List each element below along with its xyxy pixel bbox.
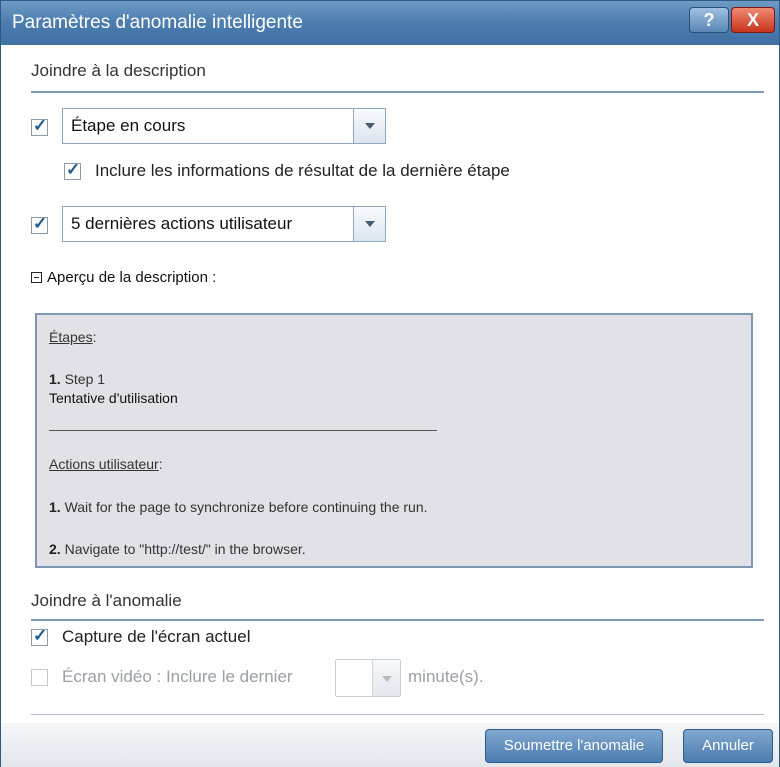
cancel-button[interactable]: Annuler xyxy=(683,729,773,763)
step-1-line: 1. Step 1 xyxy=(49,371,106,387)
window-title: Paramètres d'anomalie intelligente xyxy=(12,12,303,33)
collapse-icon[interactable] xyxy=(31,272,42,283)
checkmark-icon: ✓ xyxy=(33,116,48,135)
attach-section-title: Joindre à l'anomalie xyxy=(31,591,182,610)
step-dropdown[interactable]: Étape en cours xyxy=(62,108,386,144)
video-checkbox[interactable] xyxy=(31,669,48,686)
include-result-checkbox[interactable]: ✓ xyxy=(64,160,81,180)
step-checkbox[interactable]: ✓ xyxy=(31,116,48,136)
section-divider xyxy=(31,619,764,621)
video-minutes-dropdown[interactable] xyxy=(335,659,401,697)
action-2-line: 2. Navigate to "http://test/" in the bro… xyxy=(49,541,306,557)
help-button[interactable]: ? xyxy=(689,7,729,33)
capture-checkbox[interactable]: ✓ xyxy=(31,626,48,646)
video-label: Écran vidéo : Inclure le dernier xyxy=(62,667,293,686)
actions-heading: Actions utilisateur: xyxy=(49,456,163,472)
preview-divider xyxy=(49,430,437,431)
dropdown-arrow-icon[interactable] xyxy=(353,109,385,143)
actions-dropdown-value: 5 dernières actions utilisateur xyxy=(71,214,293,233)
action-1-line: 1. Wait for the page to synchronize befo… xyxy=(49,499,428,515)
description-preview: Étapes: 1. Step 1 Tentative d'utilisatio… xyxy=(35,313,753,568)
preview-header-label: Aperçu de la description : xyxy=(47,269,217,286)
dropdown-arrow-icon[interactable] xyxy=(353,207,385,241)
checkmark-icon: ✓ xyxy=(33,626,48,645)
dropdown-arrow-icon[interactable] xyxy=(372,660,400,696)
steps-heading: Étapes: xyxy=(49,329,97,345)
step-dropdown-value: Étape en cours xyxy=(71,116,186,135)
checkmark-icon: ✓ xyxy=(66,160,81,179)
footer-bar: Soumettre l'anomalie Annuler xyxy=(1,723,779,767)
title-bar[interactable]: Paramètres d'anomalie intelligente ? X xyxy=(1,1,779,45)
checkmark-icon: ✓ xyxy=(33,214,48,233)
submit-defect-button[interactable]: Soumettre l'anomalie xyxy=(485,729,663,763)
footer-divider xyxy=(31,714,764,715)
close-button[interactable]: X xyxy=(731,7,775,33)
description-section-title: Joindre à la description xyxy=(31,61,206,80)
actions-checkbox[interactable]: ✓ xyxy=(31,214,48,234)
step-1-status: Tentative d'utilisation xyxy=(49,390,178,406)
dialog-window: Paramètres d'anomalie intelligente ? X J… xyxy=(0,0,780,767)
section-divider xyxy=(31,91,764,93)
include-result-label[interactable]: Inclure les informations de résultat de … xyxy=(95,161,510,181)
actions-dropdown[interactable]: 5 dernières actions utilisateur xyxy=(62,206,386,242)
capture-label[interactable]: Capture de l'écran actuel xyxy=(62,627,250,647)
video-unit-label: minute(s). xyxy=(408,667,484,686)
preview-toggle[interactable]: Aperçu de la description : xyxy=(31,269,216,286)
